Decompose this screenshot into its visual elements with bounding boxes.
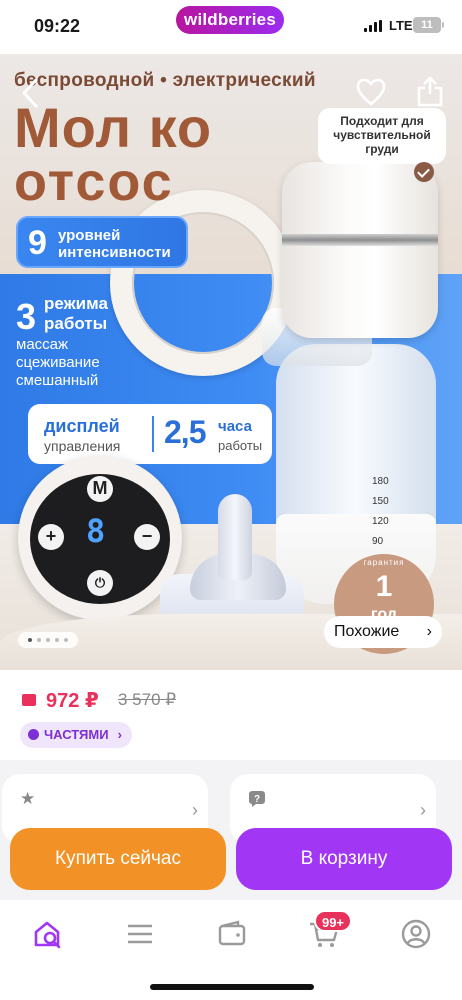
levels-number: 9 [28,224,47,262]
plus-button: + [38,524,64,550]
add-to-cart-button[interactable]: В корзину [236,828,452,890]
tab-wallet[interactable] [216,918,248,950]
tab-home[interactable] [32,918,64,950]
menu-icon [128,924,152,944]
share-button[interactable] [416,74,444,108]
wallet-icon [218,920,246,946]
chevron-left-icon [22,78,38,108]
tab-profile[interactable] [400,918,432,950]
installments-label: ЧАСТЯМИ [44,727,109,742]
mode-item: сцеживание [16,354,100,371]
heart-icon [356,78,386,106]
installments-button[interactable]: ЧАСТЯМИ › [20,722,132,748]
network-type: LTE [389,18,413,33]
tab-catalog[interactable] [124,918,156,950]
scale-mark: 120 [372,516,389,527]
mode-button: M [87,476,113,502]
chevron-right-icon: › [117,727,122,742]
power-icon: ⏻ [87,570,113,596]
warranty-number: 1 [375,570,393,603]
favorite-button[interactable] [356,78,386,106]
similar-button[interactable]: Похожие › [324,616,442,648]
bottle-scale: 180 150 120 90 [372,472,389,552]
display-label: дисплей [44,416,120,436]
hero-title-line2: отсос [14,152,174,212]
hours-sublabel: работы [218,438,263,453]
modes-text: режима работы [44,294,108,333]
scale-mark: 90 [372,536,384,547]
scale-mark: 150 [372,496,389,507]
wallet-icon [22,694,36,706]
mode-item: смешанный [16,372,99,389]
display-separator [152,416,154,452]
star-icon: ★ [20,789,36,808]
battery-tip [442,22,444,28]
gallery-dot [46,638,50,642]
modes-number: 3 [16,296,37,337]
back-button[interactable] [18,76,44,110]
status-bar: 09:22 wildberries LTE 11 [0,0,462,54]
signal-icon [364,20,384,32]
levels-text: уровней интенсивности [58,227,171,261]
sensitive-badge: Подходит для чувствительной груди [318,108,446,164]
cart-count-badge: 99+ [314,910,352,932]
mode-item: массаж [16,336,69,353]
check-icon [414,162,434,182]
status-time: 09:22 [34,16,81,36]
minus-button: − [134,524,160,550]
hero-subtitle: беспроводной • электрический [14,70,316,91]
product-gallery[interactable]: 180 150 120 90 беспроводной • электричес… [0,54,462,670]
hours-label: часа [218,418,252,435]
modes-list: массаж сцеживание смешанный [16,336,100,390]
chevron-right-icon: › [420,800,426,820]
similar-label: Похожие [334,623,400,640]
current-price: 972 ₽ [46,690,99,712]
pie-icon [28,729,39,740]
chevron-right-icon: › [192,800,198,820]
levels-box: 9 уровней интенсивности [16,216,188,268]
gallery-dot [55,638,59,642]
motor-chrome-band [282,234,438,246]
chevron-right-icon: › [426,623,432,640]
teat [218,494,252,580]
scale-mark: 180 [372,476,389,487]
lcd-digit: 8 [86,512,106,550]
gallery-dot [37,638,41,642]
gallery-dot [64,638,68,642]
display-box: дисплей управления 2,5 часа работы [28,404,272,464]
brand-logo[interactable]: wildberries [176,6,284,34]
lcd-display: 8 [72,512,128,552]
motor-unit [282,162,438,338]
profile-icon [401,919,431,949]
gallery-pagination [18,632,78,648]
warranty-ring-text: гарантия [363,558,405,567]
buy-now-button[interactable]: Купить сейчас [10,828,226,890]
question-icon: ? [248,790,266,808]
battery-icon: 11 [413,17,441,33]
share-icon [417,76,443,107]
hours-number: 2,5 [164,414,206,450]
svg-text:?: ? [254,794,260,805]
home-indicator [150,984,314,990]
old-price: 3 570 ₽ [118,690,177,709]
display-sublabel: управления [44,438,121,454]
home-search-icon [34,921,61,949]
gallery-dot-active [28,638,32,642]
